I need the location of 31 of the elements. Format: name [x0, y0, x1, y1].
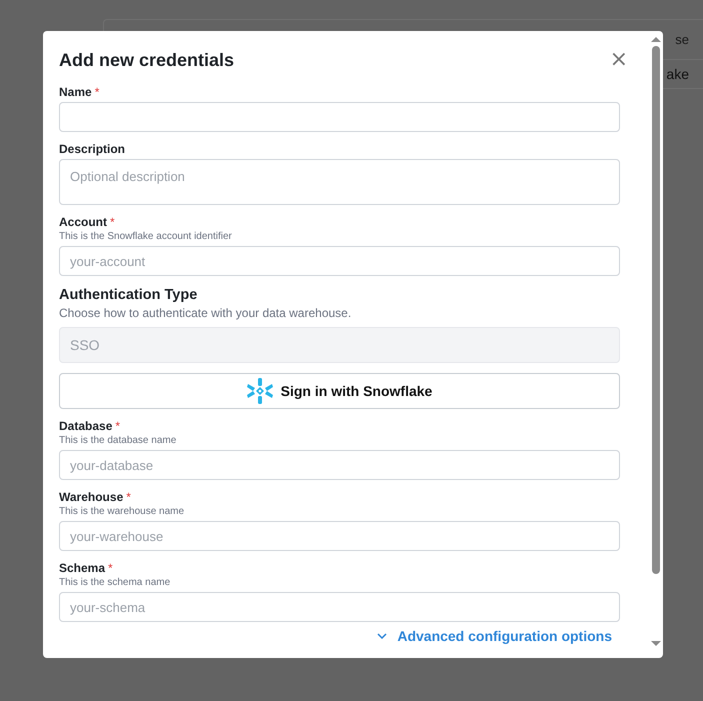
- required-mark: *: [110, 215, 115, 229]
- chevron-down-icon: [377, 633, 388, 639]
- field-hint: This is the database name: [59, 435, 178, 446]
- text-area[interactable]: Optional description: [59, 159, 620, 205]
- snowflake-icon: [246, 378, 273, 404]
- dialog-title: Add new credentials: [59, 50, 234, 70]
- section-subtitle: Choose how to authenticate with your data warehouse.: [59, 306, 352, 320]
- field-hint: This is the schema name: [59, 577, 172, 588]
- required-mark: *: [115, 419, 120, 433]
- field-hint: This is the Snowflake account identifier: [59, 231, 233, 242]
- required-mark: *: [108, 561, 113, 575]
- required-mark: *: [126, 490, 131, 504]
- table-cell-text: ake: [666, 66, 690, 82]
- column-header: se: [675, 32, 690, 48]
- advanced-options-link[interactable]: Advanced configuration options: [397, 628, 612, 644]
- field-label: Name: [59, 85, 92, 99]
- input-field[interactable]: your-account: [59, 246, 620, 276]
- close-button[interactable]: ×: [610, 49, 628, 71]
- input-field[interactable]: your-database: [59, 450, 620, 480]
- sign-in-button[interactable]: Sign in with Snowflake: [59, 373, 620, 409]
- field-label: Warehouse: [59, 490, 124, 504]
- section-title: Authentication Type: [59, 287, 198, 303]
- input-field[interactable]: your-schema: [59, 592, 620, 622]
- input-field[interactable]: [59, 102, 620, 132]
- required-mark: *: [94, 85, 100, 99]
- field-label: Account: [59, 215, 107, 229]
- field-label: Schema: [59, 561, 106, 575]
- input-field[interactable]: your-warehouse: [59, 521, 620, 551]
- field-label: Description: [59, 142, 126, 156]
- field-hint: This is the warehouse name: [59, 506, 186, 517]
- field-label: Database: [59, 419, 112, 433]
